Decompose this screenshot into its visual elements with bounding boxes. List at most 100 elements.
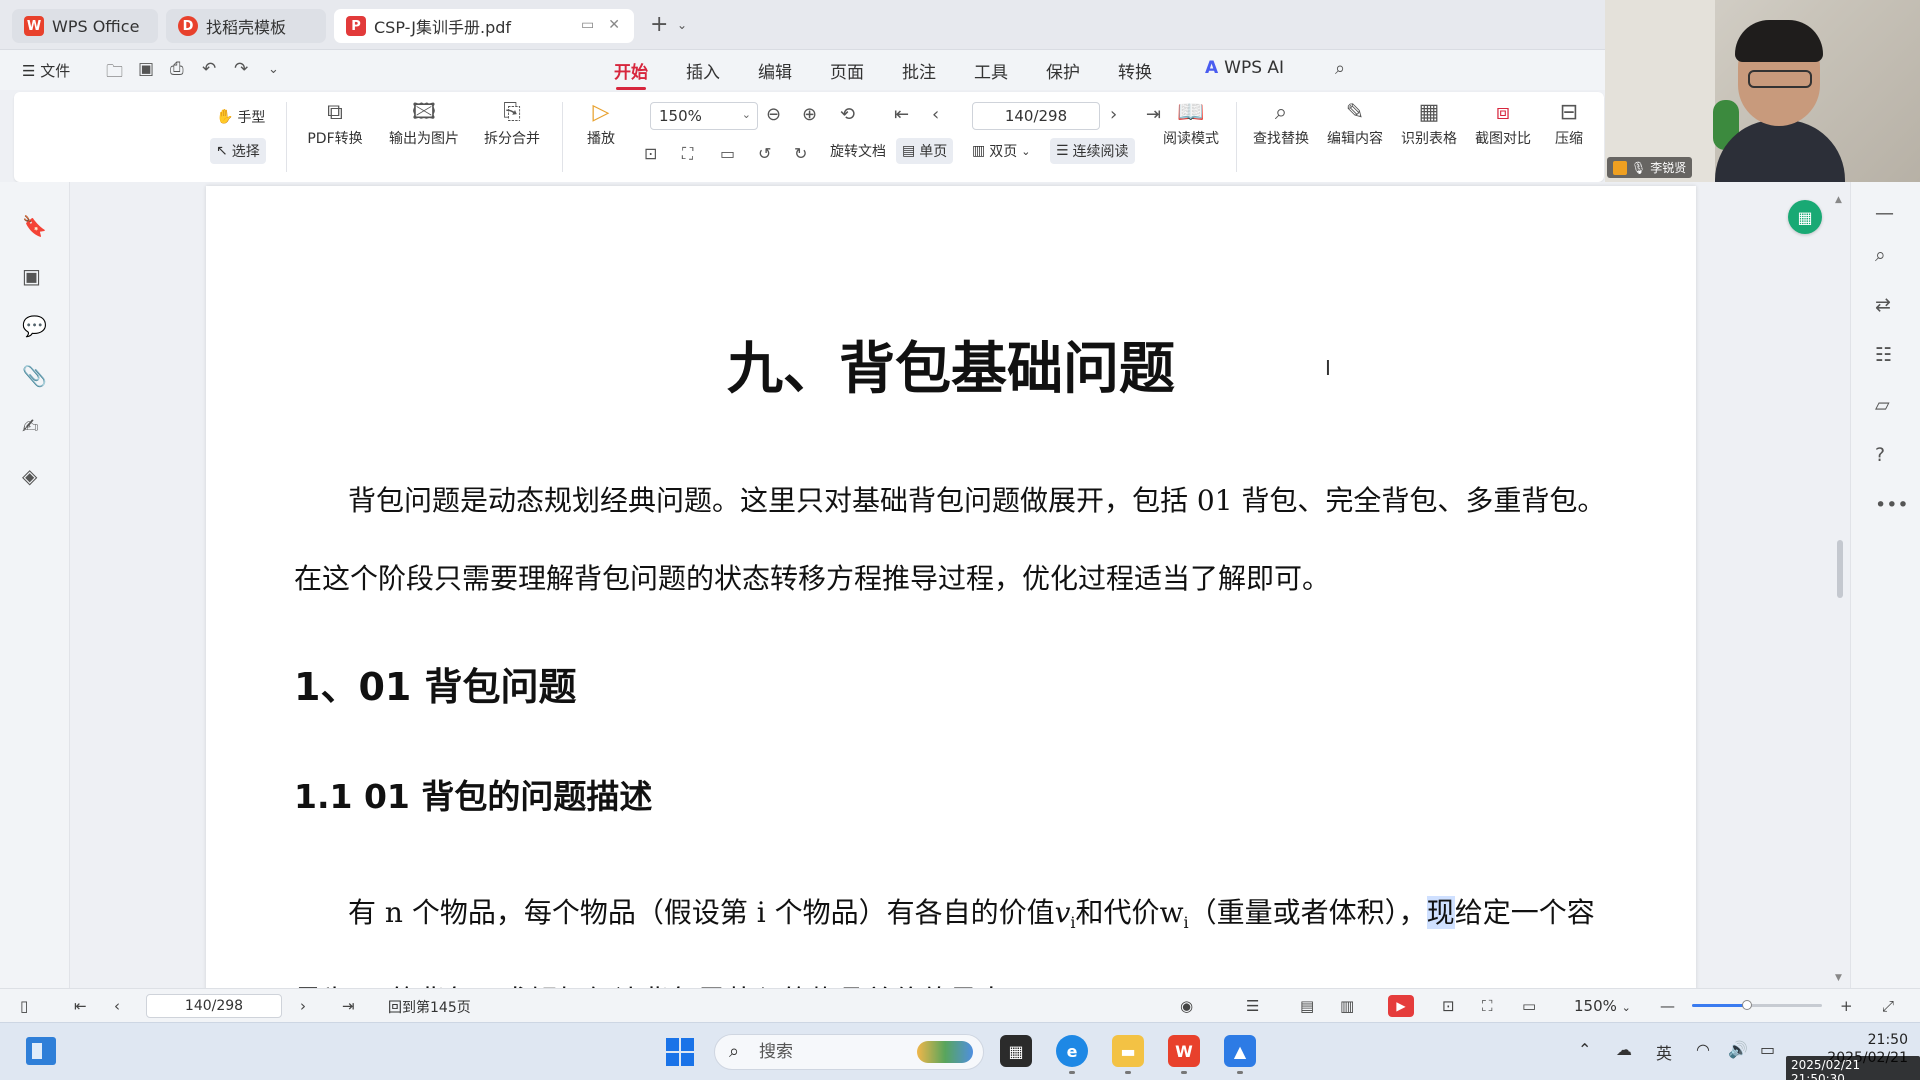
meeting-app-icon[interactable]: ▲	[1224, 1035, 1256, 1074]
comment-icon[interactable]: 💬	[22, 314, 47, 338]
continuous-view-icon[interactable]: ☰	[1246, 997, 1259, 1015]
first-page-icon[interactable]: ⇤	[74, 997, 87, 1015]
battery-icon[interactable]: ▭	[1760, 1040, 1775, 1059]
wps-ai-button[interactable]: A WPS AI	[1205, 58, 1284, 78]
chevron-down-icon[interactable]: ⌄	[677, 18, 687, 32]
tab-wps-office[interactable]: W WPS Office	[12, 9, 158, 43]
sidebar-toggle-icon[interactable]: ▯	[20, 997, 28, 1015]
start-button[interactable]	[666, 1038, 694, 1066]
file-menu-button[interactable]: ☰ 文件	[22, 60, 70, 81]
edge-browser-icon[interactable]: e	[1056, 1035, 1088, 1074]
bookmark-icon[interactable]: 🔖	[22, 214, 47, 238]
status-zoom-select[interactable]: 150% ⌄	[1574, 997, 1631, 1015]
menu-tab-insert[interactable]: 插入	[686, 58, 720, 83]
first-page-icon[interactable]: ⇤	[894, 104, 909, 125]
menu-tab-start[interactable]: 开始	[614, 58, 648, 90]
ime-indicator[interactable]: 英	[1656, 1040, 1672, 1064]
select-tool-button[interactable]: ↖ 选择	[210, 138, 266, 164]
fit-page-icon[interactable]: ⛶	[1482, 997, 1493, 1015]
tray-expand-icon[interactable]: ⌃	[1578, 1040, 1591, 1059]
menu-tab-annotate[interactable]: 批注	[902, 58, 936, 83]
menu-tab-protect[interactable]: 保护	[1046, 58, 1080, 83]
recognize-table-button[interactable]: ▦ 识别表格	[1394, 98, 1464, 148]
fullscreen-icon[interactable]: ⤢	[1882, 997, 1894, 1015]
edit-content-button[interactable]: ✎ 编辑内容	[1320, 98, 1390, 148]
fit-width-icon[interactable]: ▭	[1522, 997, 1536, 1015]
tab-template[interactable]: D 找稻壳模板	[166, 9, 326, 43]
taskbar-search[interactable]: ⌕ 搜索	[714, 1034, 984, 1070]
double-view-icon[interactable]: ▥	[1340, 997, 1354, 1015]
scrollbar-thumb[interactable]	[1837, 540, 1843, 598]
print-icon[interactable]: ⎙	[170, 59, 184, 79]
webcam-overlay[interactable]: 🎙 李锐贤	[1605, 0, 1920, 182]
prev-page-icon[interactable]: ‹	[932, 104, 939, 125]
onedrive-cloud-icon[interactable]: ☁	[1616, 1040, 1632, 1059]
document-viewport[interactable]: 九、背包基础问题 I 背包问题是动态规划经典问题。这里只对基础背包问题做展开，包…	[70, 182, 1850, 988]
thumbnail-icon[interactable]: ▣	[22, 264, 41, 288]
new-tab-plus-icon[interactable]: +	[650, 12, 668, 37]
search-icon[interactable]: ⌕	[1335, 58, 1345, 79]
scroll-up-icon[interactable]: ▲	[1835, 195, 1842, 205]
page-number-input[interactable]: 140/298	[972, 102, 1100, 130]
fit-page-icon[interactable]: ⛶	[682, 144, 693, 164]
open-folder-icon[interactable]: 🗀	[106, 59, 123, 88]
single-view-icon[interactable]: ▤	[1300, 997, 1314, 1015]
prev-page-icon[interactable]: ‹	[114, 997, 120, 1015]
zoom-out-icon[interactable]: ⊖	[766, 104, 781, 125]
play-button[interactable]: ▷ 播放	[576, 98, 626, 148]
zoom-select[interactable]: 150% ⌄	[650, 102, 758, 130]
screenshot-compare-button[interactable]: ⧈ 截图对比	[1468, 98, 1538, 148]
tab-pdf-document[interactable]: P CSP-J集训手册.pdf ▭ ✕	[334, 9, 634, 43]
monitor-icon[interactable]: ▭	[581, 17, 594, 33]
fit-width-icon[interactable]: ▭	[720, 144, 735, 163]
task-view-icon[interactable]: ▦	[1000, 1035, 1032, 1067]
eye-view-icon[interactable]: ◉	[1180, 997, 1193, 1015]
pdf-convert-button[interactable]: ⧉ PDF转换	[300, 98, 370, 148]
undo-icon[interactable]: ↶	[202, 59, 216, 79]
zoom-slider-knob[interactable]	[1741, 1000, 1752, 1010]
floating-table-button[interactable]: ▦	[1788, 200, 1822, 234]
play-slideshow-button[interactable]: ▶	[1388, 995, 1414, 1017]
compress-button[interactable]: ⊟ 压缩	[1544, 98, 1594, 148]
actual-size-icon[interactable]: ⊡	[644, 144, 657, 163]
read-mode-button[interactable]: 📖 阅读模式	[1156, 98, 1226, 148]
search-icon[interactable]: ⌕	[1875, 244, 1886, 266]
rotate-left-icon[interactable]: ↺	[758, 144, 771, 163]
menu-tab-convert[interactable]: 转换	[1118, 58, 1152, 83]
export-image-button[interactable]: 🖾 输出为图片	[384, 98, 464, 148]
next-page-icon[interactable]: ›	[300, 997, 306, 1015]
back-to-page-link[interactable]: 回到第145页	[388, 997, 471, 1017]
save-icon[interactable]: ▣	[138, 59, 154, 79]
zoom-out-icon[interactable]: —	[1660, 997, 1675, 1015]
find-replace-button[interactable]: ⌕ 查找替换	[1246, 98, 1316, 148]
split-merge-button[interactable]: ⎘ 拆分合并	[474, 98, 550, 148]
wifi-icon[interactable]: ◠	[1696, 1040, 1710, 1059]
wps-office-icon[interactable]: W	[1168, 1035, 1200, 1074]
zoom-in-icon[interactable]: ⊕	[802, 104, 817, 125]
close-icon[interactable]: ✕	[608, 17, 620, 33]
attachment-icon[interactable]: 📎	[22, 364, 47, 388]
double-page-button[interactable]: ▥ 双页 ⌄	[966, 138, 1036, 164]
signature-pen-icon[interactable]: ✍	[22, 414, 39, 438]
widgets-icon[interactable]	[26, 1037, 56, 1065]
help-icon[interactable]: ?	[1875, 444, 1885, 466]
minimize-panel-icon[interactable]: —	[1875, 202, 1894, 224]
menu-tab-page[interactable]: 页面	[830, 58, 864, 83]
more-icon[interactable]: •••	[1875, 494, 1909, 516]
menu-tab-tools[interactable]: 工具	[974, 58, 1008, 83]
next-page-icon[interactable]: ›	[1110, 104, 1117, 125]
layers-icon[interactable]: ◈	[22, 464, 37, 488]
vertical-scrollbar[interactable]: ▲ ▼	[1835, 195, 1845, 985]
rotate-right-icon[interactable]: ↻	[794, 144, 807, 163]
redo-icon[interactable]: ↷	[234, 59, 248, 79]
status-page-input[interactable]: 140/298	[146, 994, 282, 1018]
more-chevron-icon[interactable]: ⌄	[268, 62, 279, 77]
zoom-in-icon[interactable]: +	[1840, 997, 1853, 1015]
actual-size-icon[interactable]: ⊡	[1442, 997, 1455, 1015]
reading-icon[interactable]: ▱	[1875, 394, 1890, 416]
hand-tool-button[interactable]: ✋ 手型	[210, 104, 271, 130]
volume-icon[interactable]: 🔊	[1728, 1040, 1748, 1059]
translate-icon[interactable]: ⇄	[1875, 294, 1891, 316]
single-page-button[interactable]: ▤ 单页	[896, 138, 954, 164]
zoom-slider[interactable]	[1692, 1000, 1822, 1010]
